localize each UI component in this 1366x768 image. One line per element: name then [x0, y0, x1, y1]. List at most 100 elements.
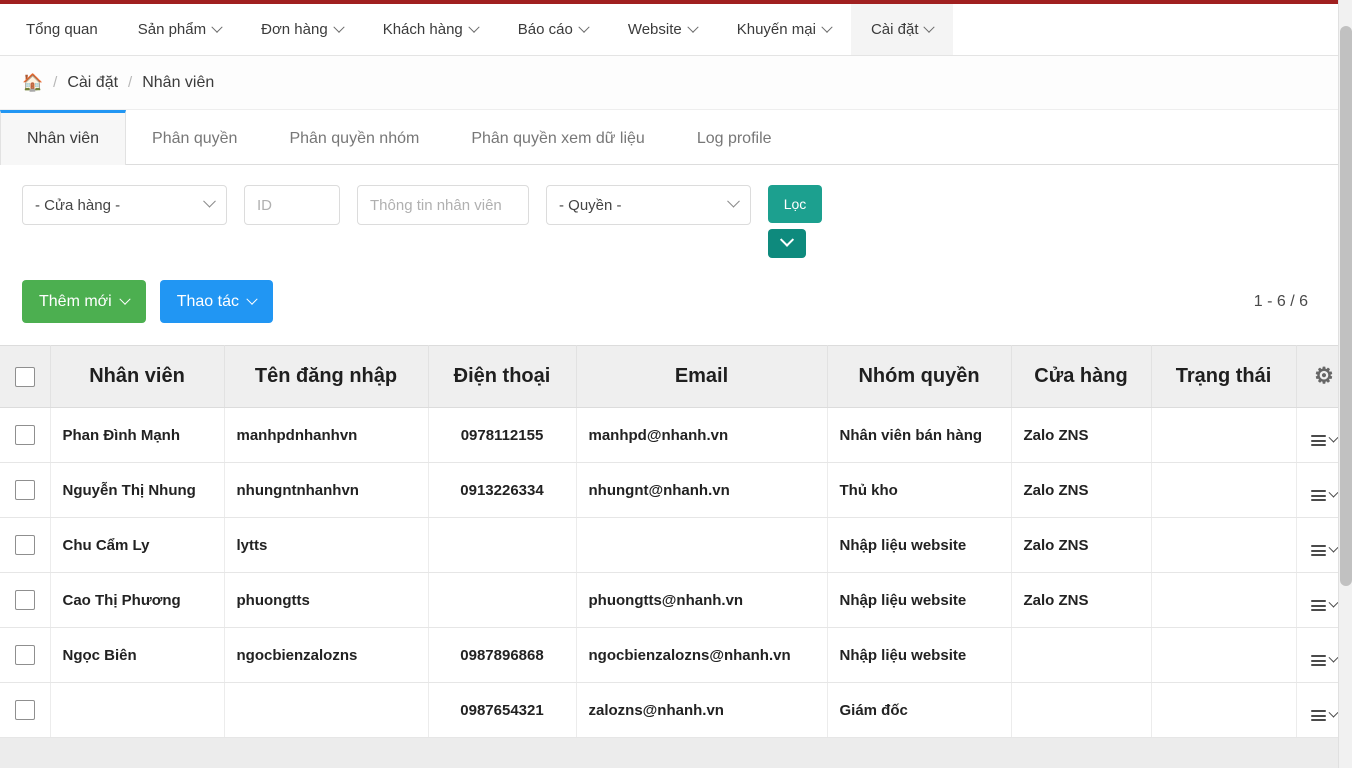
cell-phone: 0978112155 [428, 408, 576, 463]
tab-nhan-vien[interactable]: Nhân viên [0, 110, 126, 165]
chevron-down-icon [468, 21, 479, 32]
row-select-cell [0, 518, 50, 573]
operations-label: Thao tác [177, 293, 239, 311]
table-row[interactable]: Chu Cẩm Ly lytts Nhập liệu website Zalo … [0, 518, 1352, 573]
table-row[interactable]: Cao Thị Phương phuongtts phuongtts@nhanh… [0, 573, 1352, 628]
cell-phone: 0987896868 [428, 628, 576, 683]
operations-button[interactable]: Thao tác [160, 280, 273, 323]
page-scrollbar[interactable] [1338, 0, 1352, 768]
tab-phan-quyen-nhom[interactable]: Phân quyền nhóm [263, 110, 445, 164]
pagination-summary: 1 - 6 / 6 [1254, 293, 1330, 311]
filter-button[interactable]: Lọc [768, 185, 822, 223]
row-checkbox[interactable] [15, 535, 35, 555]
cell-employee: Cao Thị Phương [50, 573, 224, 628]
nav-item-label: Website [628, 21, 682, 38]
cell-store: Zalo ZNS [1011, 408, 1151, 463]
store-select-value: - Cửa hàng - [35, 197, 120, 214]
column-header-username[interactable]: Tên đăng nhập [224, 346, 428, 408]
cell-username [224, 683, 428, 738]
id-input[interactable]: ID [244, 185, 340, 225]
tab-label: Phân quyền nhóm [289, 130, 419, 148]
cell-username: lytts [224, 518, 428, 573]
row-select-cell [0, 408, 50, 463]
column-header-status[interactable]: Trạng thái [1151, 346, 1296, 408]
nav-item-label: Sản phẩm [138, 21, 206, 38]
role-select[interactable]: - Quyền - [546, 185, 751, 225]
nav-item-cai-dat[interactable]: Cài đặt [851, 4, 954, 55]
nav-item-label: Tổng quan [26, 21, 98, 38]
filter-button-stack: Lọc [768, 185, 822, 258]
row-actions-menu[interactable] [1311, 490, 1337, 501]
nav-item-label: Khách hàng [383, 21, 463, 38]
table-row[interactable]: Nguyễn Thị Nhung nhungntnhanhvn 09132263… [0, 463, 1352, 518]
cell-store: Zalo ZNS [1011, 573, 1151, 628]
row-checkbox[interactable] [15, 425, 35, 445]
row-checkbox[interactable] [15, 480, 35, 500]
table-row[interactable]: 0987654321 zalozns@nhanh.vn Giám đốc [0, 683, 1352, 738]
row-actions-menu[interactable] [1311, 545, 1337, 556]
nav-item-website[interactable]: Website [608, 4, 717, 55]
column-header-email[interactable]: Email [576, 346, 827, 408]
chevron-down-icon [821, 21, 832, 32]
table-body: Phan Đình Mạnh manhpdnhanhvn 0978112155 … [0, 408, 1352, 738]
app-root: Tổng quan Sản phẩm Đơn hàng Khách hàng B… [0, 0, 1352, 768]
cell-store: Zalo ZNS [1011, 463, 1151, 518]
add-new-button[interactable]: Thêm mới [22, 280, 146, 323]
cell-email: nhungnt@nhanh.vn [576, 463, 827, 518]
row-select-cell [0, 463, 50, 518]
tab-log-profile[interactable]: Log profile [671, 110, 798, 164]
scrollbar-thumb[interactable] [1340, 26, 1352, 586]
select-all-checkbox[interactable] [15, 367, 35, 387]
tab-phan-quyen-xem-du-lieu[interactable]: Phân quyền xem dữ liệu [445, 110, 670, 164]
nav-item-san-pham[interactable]: Sản phẩm [118, 4, 241, 55]
cell-status [1151, 408, 1296, 463]
row-actions-menu[interactable] [1311, 435, 1337, 446]
breadcrumb-separator: / [53, 74, 57, 91]
row-actions-menu[interactable] [1311, 655, 1337, 666]
breadcrumb: 🏠 / Cài đặt / Nhân viên [0, 56, 1352, 110]
chevron-down-icon [1329, 708, 1339, 718]
row-checkbox[interactable] [15, 700, 35, 720]
nav-item-khach-hang[interactable]: Khách hàng [363, 4, 498, 55]
employee-table-wrapper: Nhân viên Tên đăng nhập Điện thoại Email… [0, 345, 1352, 768]
row-actions-menu[interactable] [1311, 710, 1337, 721]
table-row[interactable]: Ngọc Biên ngocbienzalozns 0987896868 ngo… [0, 628, 1352, 683]
chevron-down-icon [119, 293, 130, 304]
home-icon[interactable]: 🏠 [22, 74, 43, 91]
main-navigation: Tổng quan Sản phẩm Đơn hàng Khách hàng B… [0, 4, 1352, 56]
cell-permission-group: Thủ kho [827, 463, 1011, 518]
column-header-phone[interactable]: Điện thoại [428, 346, 576, 408]
breadcrumb-item-nhan-vien[interactable]: Nhân viên [142, 74, 214, 92]
column-header-employee[interactable]: Nhân viên [50, 346, 224, 408]
row-actions-menu[interactable] [1311, 600, 1337, 611]
employee-info-input[interactable]: Thông tin nhân viên [357, 185, 529, 225]
row-select-cell [0, 573, 50, 628]
nav-item-label: Đơn hàng [261, 21, 328, 38]
cell-username: phuongtts [224, 573, 428, 628]
nav-item-bao-cao[interactable]: Báo cáo [498, 4, 608, 55]
expand-filters-button[interactable] [768, 229, 806, 258]
table-row[interactable]: Phan Đình Mạnh manhpdnhanhvn 0978112155 … [0, 408, 1352, 463]
menu-icon [1311, 435, 1326, 446]
gear-icon[interactable]: ⚙ [1314, 363, 1334, 388]
nav-item-tong-quan[interactable]: Tổng quan [6, 4, 118, 55]
tab-label: Phân quyền xem dữ liệu [471, 130, 644, 148]
breadcrumb-item-cai-dat[interactable]: Cài đặt [67, 74, 118, 92]
cell-status [1151, 683, 1296, 738]
chevron-down-icon [246, 293, 257, 304]
row-checkbox[interactable] [15, 645, 35, 665]
table-header-row: Nhân viên Tên đăng nhập Điện thoại Email… [0, 346, 1352, 408]
nav-item-khuyen-mai[interactable]: Khuyến mại [717, 4, 851, 55]
store-select[interactable]: - Cửa hàng - [22, 185, 227, 225]
tab-phan-quyen[interactable]: Phân quyền [126, 110, 263, 164]
sub-tab-bar: Nhân viên Phân quyền Phân quyền nhóm Phâ… [0, 110, 1352, 165]
tab-label: Nhân viên [27, 130, 99, 148]
row-checkbox[interactable] [15, 590, 35, 610]
nav-item-don-hang[interactable]: Đơn hàng [241, 4, 363, 55]
table-bottom-filler [0, 738, 1352, 768]
cell-phone: 0913226334 [428, 463, 576, 518]
column-header-permission-group[interactable]: Nhóm quyền [827, 346, 1011, 408]
column-header-store[interactable]: Cửa hàng [1011, 346, 1151, 408]
nav-item-label: Báo cáo [518, 21, 573, 38]
cell-email: zalozns@nhanh.vn [576, 683, 827, 738]
